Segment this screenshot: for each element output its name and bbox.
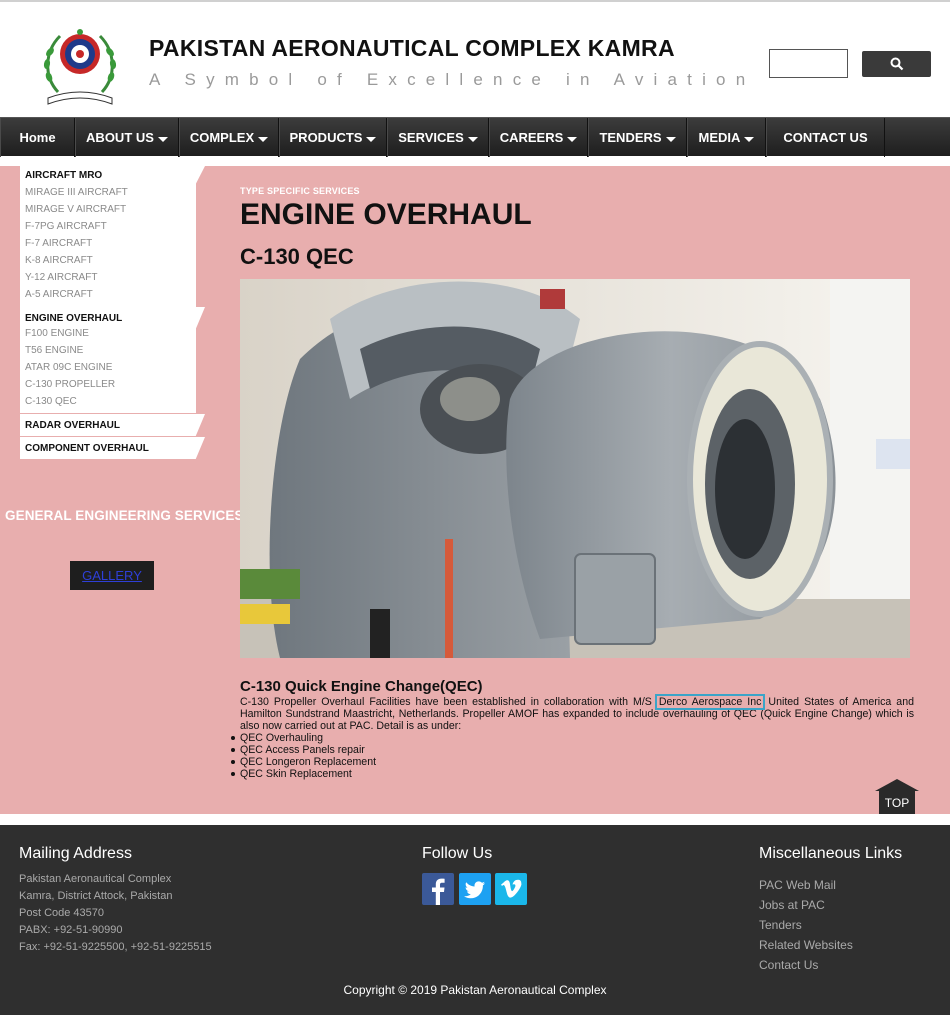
- mailing-line: Pakistan Aeronautical Complex: [19, 873, 172, 885]
- footer-link-related-websites[interactable]: Related Websites: [759, 938, 853, 952]
- sidebar-item-mirage-iii[interactable]: MIRAGE III AIRCRAFT: [25, 187, 128, 198]
- chevron-down-icon: [258, 136, 269, 142]
- engine-nacelle-image: [240, 279, 910, 658]
- page-subtitle: C-130 QEC: [240, 244, 354, 269]
- nav-about-us[interactable]: ABOUT US: [75, 118, 179, 157]
- site-header: PAKISTAN AERONAUTICAL COMPLEX KAMRA A Sy…: [0, 2, 950, 117]
- chevron-down-icon: [665, 136, 676, 142]
- nav-contact-us[interactable]: CONTACT US: [766, 118, 885, 157]
- sidebar-item-atar[interactable]: ATAR 09C ENGINE: [25, 362, 112, 373]
- pac-logo-icon[interactable]: [38, 22, 122, 108]
- mailing-line: PABX: +92-51-90990: [19, 924, 123, 936]
- site-tagline: A Symbol of Excellence in Aviation: [149, 70, 756, 89]
- nav-complex[interactable]: COMPLEX: [179, 118, 279, 157]
- twitter-icon[interactable]: [459, 873, 491, 905]
- site-title: PAKISTAN AERONAUTICAL COMPLEX KAMRA: [149, 35, 675, 61]
- chevron-down-icon: [366, 136, 377, 142]
- breadcrumb: TYPE SPECIFIC SERVICES: [240, 186, 360, 196]
- chevron-down-icon: [567, 136, 578, 142]
- mailing-line: Fax: +92-51-9225500, +92-51-9225515: [19, 941, 212, 953]
- nav-media[interactable]: MEDIA: [687, 118, 766, 157]
- description-paragraph: C-130 Propeller Overhaul Facilities have…: [240, 694, 914, 732]
- nav-products[interactable]: PRODUCTS: [279, 118, 387, 157]
- derco-aerospace-link[interactable]: Derco Aerospace Inc: [654, 694, 766, 710]
- mailing-line: Post Code 43570: [19, 907, 105, 919]
- search-input[interactable]: [769, 49, 848, 78]
- sidebar-item-f7pg[interactable]: F-7PG AIRCRAFT: [25, 221, 107, 232]
- gallery-button[interactable]: GALLERY: [70, 561, 154, 590]
- general-engineering-link[interactable]: GENERAL ENGINEERING SERVICES: [5, 508, 244, 523]
- sidebar-item-f7[interactable]: F-7 AIRCRAFT: [25, 238, 92, 249]
- list-item: QEC Access Panels repair: [230, 744, 376, 756]
- nav-home[interactable]: Home: [0, 118, 75, 157]
- mailing-line: Kamra, District Attock, Pakistan: [19, 890, 173, 902]
- qec-photo: [240, 279, 910, 658]
- sidebar-item-c130-qec[interactable]: C-130 QEC: [25, 396, 77, 407]
- list-item: QEC Overhauling: [230, 732, 376, 744]
- sidebar-heading-component-overhaul[interactable]: COMPONENT OVERHAUL: [20, 437, 205, 459]
- sidebar-item-k8[interactable]: K-8 AIRCRAFT: [25, 255, 93, 266]
- sidebar-item-y12[interactable]: Y-12 AIRCRAFT: [25, 272, 97, 283]
- footer-link-pac-web-mail[interactable]: PAC Web Mail: [759, 878, 836, 892]
- list-item: QEC Longeron Replacement: [230, 756, 377, 768]
- misc-links-heading: Miscellaneous Links: [759, 845, 903, 862]
- detail-list: QEC Overhauling QEC Access Panels repair…: [230, 732, 377, 780]
- back-to-top-button[interactable]: TOP: [875, 779, 919, 814]
- sidebar-item-c130-propeller[interactable]: C-130 PROPELLER: [25, 379, 115, 390]
- nav-services[interactable]: SERVICES: [387, 118, 489, 157]
- footer-link-tenders[interactable]: Tenders: [759, 918, 802, 932]
- sidebar-heading-engine-overhaul[interactable]: ENGINE OVERHAUL: [20, 307, 205, 329]
- nav-careers[interactable]: CAREERS: [489, 118, 588, 157]
- footer-link-contact-us[interactable]: Contact Us: [759, 958, 818, 972]
- arrow-up-icon: [875, 779, 919, 791]
- sidebar-heading-aircraft-mro[interactable]: AIRCRAFT MRO: [20, 166, 205, 184]
- sidebar-item-f100[interactable]: F100 ENGINE: [25, 328, 89, 339]
- footer-link-jobs[interactable]: Jobs at PAC: [759, 898, 825, 912]
- follow-us-heading: Follow Us: [422, 845, 493, 862]
- page-title: ENGINE OVERHAUL: [240, 198, 532, 231]
- section-title: C-130 Quick Engine Change(QEC): [240, 678, 483, 695]
- copyright-text: Copyright © 2019 Pakistan Aeronautical C…: [343, 983, 607, 997]
- list-item: QEC Skin Replacement: [230, 768, 376, 780]
- sidebar-item-mirage-v[interactable]: MIRAGE V AIRCRAFT: [25, 204, 126, 215]
- sidebar-item-t56[interactable]: T56 ENGINE: [25, 345, 83, 356]
- search-icon: [890, 57, 904, 71]
- chevron-down-icon: [157, 136, 168, 142]
- mailing-address-heading: Mailing Address: [19, 845, 132, 862]
- nav-tenders[interactable]: TENDERS: [588, 118, 687, 157]
- chevron-down-icon: [744, 136, 755, 142]
- chevron-down-icon: [467, 136, 478, 142]
- sidebar-item-a5[interactable]: A-5 AIRCRAFT: [25, 289, 93, 300]
- vimeo-icon[interactable]: [495, 873, 527, 905]
- sidebar-heading-radar-overhaul[interactable]: RADAR OVERHAUL: [20, 414, 205, 436]
- main-nav: Home ABOUT US COMPLEX PRODUCTS SERVICES …: [0, 117, 950, 157]
- search-button[interactable]: [862, 51, 931, 77]
- facebook-icon[interactable]: [422, 873, 454, 905]
